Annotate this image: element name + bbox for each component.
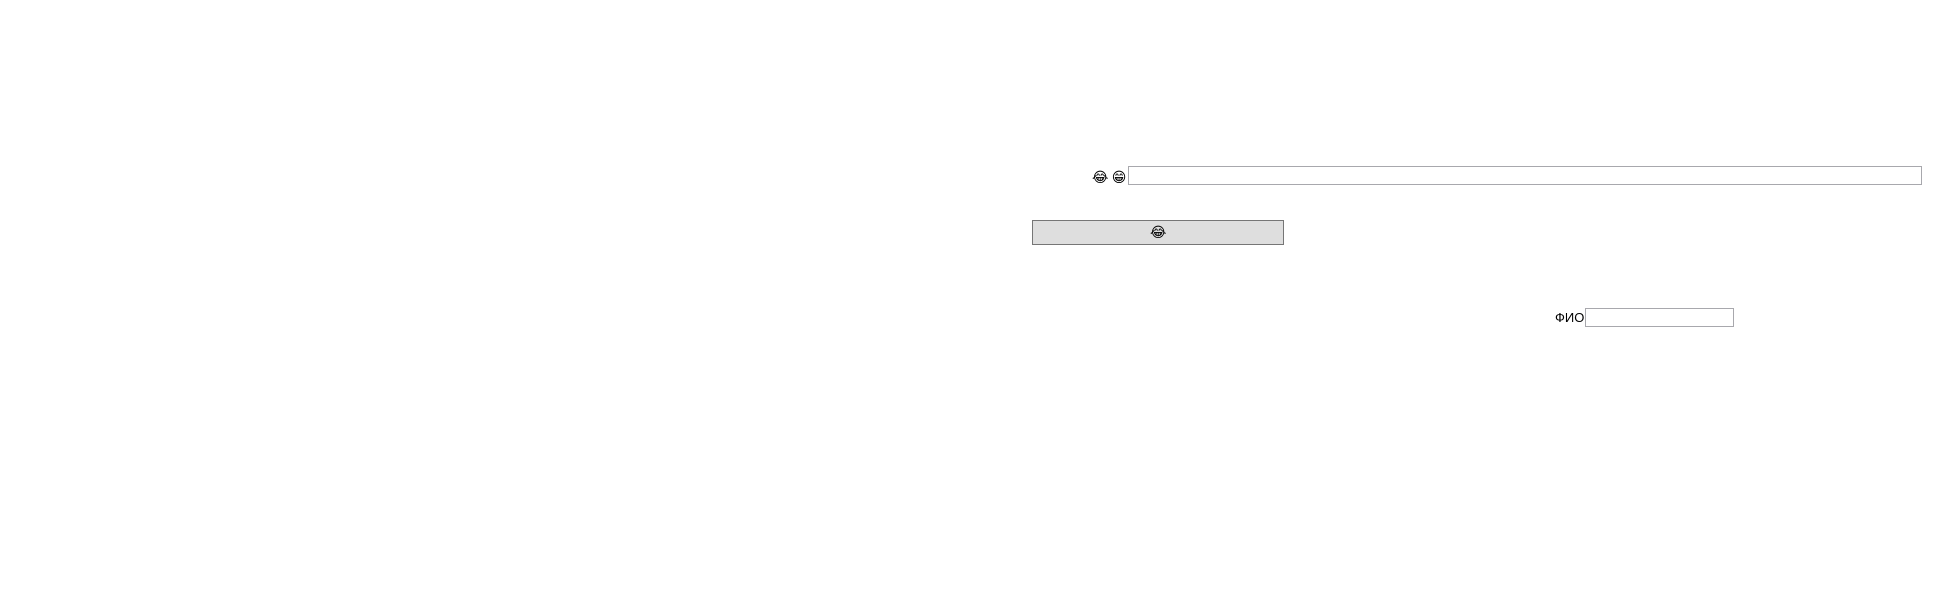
fio-input[interactable] bbox=[1585, 308, 1734, 327]
grinning-emoji-icon: 😁 bbox=[1111, 170, 1127, 186]
tears-of-joy-emoji-icon: 😂 bbox=[1092, 170, 1109, 186]
fio-label: ФИО bbox=[1555, 310, 1585, 325]
emoji-text-input[interactable] bbox=[1128, 166, 1922, 185]
tears-of-joy-emoji-icon: 😂 bbox=[1150, 224, 1167, 241]
emoji-button[interactable]: 😂 bbox=[1032, 220, 1284, 245]
